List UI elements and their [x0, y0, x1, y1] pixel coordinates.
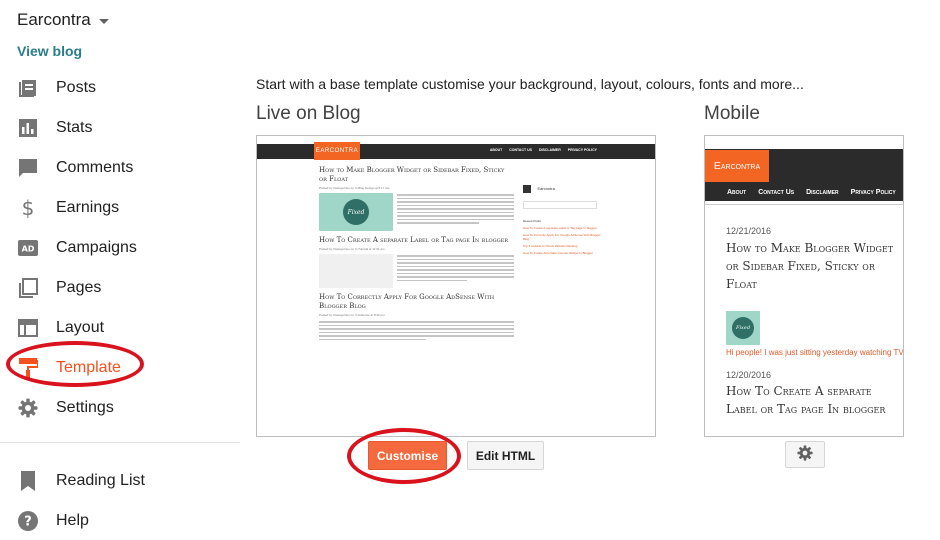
sidebar-item-label: Earnings [56, 199, 120, 216]
preview-menu-item: ABOUT [489, 148, 503, 152]
preview-sidebar-heading: Recent Posts [523, 219, 541, 223]
svg-text:AD: AD [22, 245, 35, 254]
sidebar-item-label: Stats [56, 119, 93, 136]
mobile-title: Mobile [704, 103, 760, 124]
sidebar-item-campaigns[interactable]: AD Campaigns [0, 228, 240, 268]
preview-post-title: How To Correctly Apply For Google AdSens… [319, 293, 495, 310]
mobile-separator [705, 204, 903, 205]
sidebar: Earcontra View blog Posts Stats Comments… [0, 0, 240, 540]
preview-sidebar-link: How To Create Auto Date Counter Widget I… [523, 251, 593, 255]
sidebar-item-stats[interactable]: Stats [0, 108, 240, 148]
secondary-nav: Reading List ? Help [0, 461, 240, 540]
mobile-menu-item: About [727, 189, 747, 196]
preview-sidebar-name: Earcontra [537, 186, 555, 192]
mobile-menu-item: Privacy Policy [850, 189, 896, 196]
preview-sidebar: Earcontra Recent Posts How To Create A s… [523, 180, 605, 255]
sidebar-item-posts[interactable]: Posts [0, 68, 240, 108]
sidebar-divider [0, 442, 240, 443]
paint-roller-icon [17, 357, 39, 379]
sidebar-item-help[interactable]: ? Help [0, 501, 240, 540]
preview-profile-icon [523, 184, 531, 193]
preview-post-excerpt [397, 254, 514, 288]
preview-logo: EARCONTRA [314, 142, 360, 160]
mobile-post-title: How To Create A separate Label or Tag pa… [726, 384, 886, 416]
mobile-template-preview[interactable]: Earcontra About Contact Us Disclaimer Pr… [704, 135, 904, 437]
bookmark-icon [17, 470, 39, 492]
mobile-menu: About Contact Us Disclaimer Privacy Poli… [727, 189, 896, 196]
posts-icon [17, 77, 39, 99]
sidebar-item-earnings[interactable]: $ Earnings [0, 188, 240, 228]
view-blog-link[interactable]: View blog [17, 43, 82, 59]
gear-icon [17, 397, 39, 419]
mobile-post-date: 12/21/2016 [726, 226, 772, 236]
mobile-post-excerpt: Hi people! I was just sitting yesterday … [726, 348, 904, 357]
sidebar-item-settings[interactable]: Settings [0, 388, 240, 428]
sidebar-item-label: Settings [56, 399, 114, 416]
preview-sidebar-link: How To Correctly Apply For Google AdSens… [523, 233, 601, 241]
preview-search-box [523, 201, 597, 209]
sidebar-item-reading-list[interactable]: Reading List [0, 461, 240, 501]
mobile-post-date: 12/20/2016 [726, 370, 772, 380]
preview-menu-item: CONTACT US [509, 148, 532, 152]
preview-posts: How to Make Blogger Widget or Sidebar Fi… [319, 166, 514, 340]
preview-post-excerpt [319, 320, 514, 340]
preview-post-thumbnail: Fixed [319, 193, 393, 231]
help-icon: ? [17, 510, 39, 532]
mobile-menu-item: Contact Us [758, 189, 795, 196]
edit-html-button[interactable]: Edit HTML [467, 441, 544, 470]
blog-selector[interactable]: Earcontra [17, 10, 109, 30]
mobile-menu-item: Disclaimer [806, 189, 839, 196]
preview-post-title: How to Make Blogger Widget or Sidebar Fi… [319, 166, 505, 183]
main-nav: Posts Stats Comments $ Earnings AD Campa… [0, 68, 240, 428]
mobile-logo: Earcontra [705, 150, 769, 182]
sidebar-item-label: Campaigns [56, 239, 137, 256]
caret-down-icon [98, 18, 109, 24]
sidebar-item-pages[interactable]: Pages [0, 268, 240, 308]
preview-post-title: How To Create A separate Label or Tag pa… [319, 236, 509, 244]
preview-post-meta: Posted by Osanga Dev on In Adsense at 9:… [319, 313, 385, 317]
sidebar-item-label: Pages [56, 279, 102, 296]
blog-title: Earcontra [17, 10, 91, 29]
sidebar-item-label: Help [56, 512, 89, 529]
customise-button[interactable]: Customise [368, 441, 447, 470]
svg-text:?: ? [24, 515, 32, 530]
stats-icon [17, 117, 39, 139]
preview-menu-item: DISCLAIMER [538, 148, 561, 152]
preview-post-meta: Posted by Osanga Dev on In Blog Design a… [319, 186, 390, 190]
live-on-blog-title: Live on Blog [256, 103, 361, 124]
preview-post-meta: Posted by Osanga Dev on In Tutorial at 1… [319, 247, 385, 251]
pages-icon [17, 277, 39, 299]
sidebar-item-comments[interactable]: Comments [0, 148, 240, 188]
mobile-post-title: How to Make Blogger Widget or Sidebar Fi… [726, 241, 894, 291]
desktop-template-preview[interactable]: EARCONTRA ABOUT CONTACT US DISCLAIMER PR… [256, 135, 656, 437]
preview-sidebar-link: How To Create A separate Label or Tag pa… [523, 226, 597, 230]
sidebar-item-label: Posts [56, 79, 97, 96]
mobile-settings-button[interactable] [785, 441, 825, 468]
preview-post-thumbnail [319, 254, 393, 288]
mobile-post-thumbnail: Fixed [726, 311, 760, 345]
preview-sidebar-link: Top 5 website to Check Website Ranking [523, 244, 578, 248]
preview-menu: ABOUT CONTACT US DISCLAIMER PRIVACY POLI… [490, 148, 597, 152]
comments-icon [17, 157, 39, 179]
dollar-icon: $ [21, 196, 35, 220]
sidebar-item-template[interactable]: Template [0, 348, 240, 388]
sidebar-item-label: Layout [56, 319, 105, 336]
preview-menu-item: PRIVACY POLICY [567, 148, 597, 152]
layout-icon [17, 317, 39, 339]
ad-icon: AD [17, 237, 39, 259]
sidebar-item-layout[interactable]: Layout [0, 308, 240, 348]
sidebar-item-label: Template [56, 359, 121, 376]
template-intro-text: Start with a base template customise you… [256, 76, 804, 92]
sidebar-item-label: Comments [56, 159, 134, 176]
preview-post-excerpt [397, 193, 514, 231]
sidebar-item-label: Reading List [56, 472, 145, 489]
gear-icon [797, 445, 813, 464]
